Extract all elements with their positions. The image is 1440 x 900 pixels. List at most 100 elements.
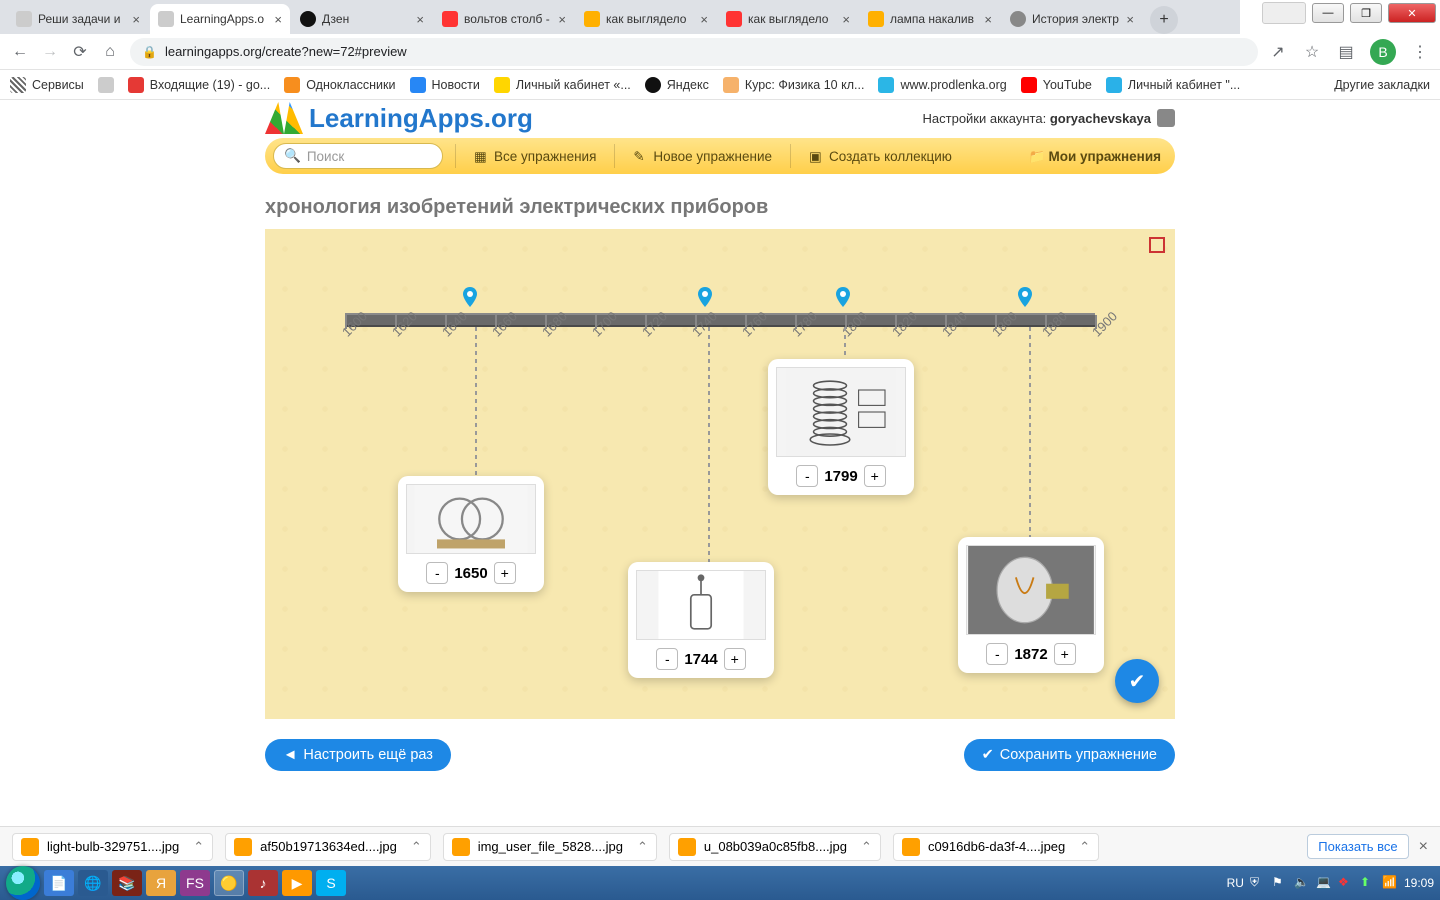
tray-icon[interactable]: ⛨	[1250, 875, 1266, 891]
system-tray[interactable]: RU ⛨ ⚑ 🔈 💻 ❖ ⬆ 📶 19:09	[1227, 875, 1434, 891]
tray-icon[interactable]: ⬆	[1360, 875, 1376, 891]
tray-icon[interactable]: 💻	[1316, 875, 1332, 891]
close-icon[interactable]: ×	[126, 12, 140, 27]
taskbar-app[interactable]: ♪	[248, 870, 278, 896]
close-shelf-button[interactable]: ×	[1419, 838, 1428, 856]
timeline-card[interactable]: -1872+	[958, 537, 1104, 673]
increment-year-button[interactable]: +	[724, 648, 746, 670]
timeline-pin[interactable]	[463, 287, 477, 307]
menu-all-exercises[interactable]: ▦Все упражнения	[468, 149, 602, 164]
search-input[interactable]: 🔍 Поиск	[273, 143, 443, 169]
minimize-button[interactable]: —	[1312, 3, 1344, 23]
browser-tab[interactable]: как выглядело×	[576, 4, 716, 34]
chevron-up-icon[interactable]: ⌃	[1073, 839, 1090, 855]
tray-clock[interactable]: 19:09	[1404, 876, 1434, 890]
url-input[interactable]: 🔒 learningapps.org/create?new=72#preview	[130, 38, 1258, 66]
chevron-up-icon[interactable]: ⌃	[405, 839, 422, 855]
other-bookmarks-button[interactable]: Другие закладки	[1328, 78, 1430, 92]
browser-tab[interactable]: вольтов столб -×	[434, 4, 574, 34]
bookmark-item[interactable]: www.prodlenka.org	[878, 77, 1006, 93]
reading-list-icon[interactable]: ▤	[1336, 42, 1356, 62]
download-item[interactable]: img_user_file_5828....jpg⌃	[443, 833, 657, 861]
menu-new-exercise[interactable]: ✎Новое упражнение	[627, 149, 778, 164]
start-button[interactable]	[6, 866, 40, 900]
browser-tab[interactable]: как выглядело×	[718, 4, 858, 34]
bookmark-item[interactable]: Входящие (19) - go...	[128, 77, 270, 93]
close-icon[interactable]: ×	[552, 12, 566, 27]
reload-button[interactable]: ⟳	[70, 42, 90, 62]
chevron-up-icon[interactable]: ⌃	[187, 839, 204, 855]
decrement-year-button[interactable]: -	[426, 562, 448, 584]
taskbar-app-chrome[interactable]: 🟡	[214, 870, 244, 896]
bookmark-item[interactable]: Личный кабинет «...	[494, 77, 631, 93]
tray-icon[interactable]: 📶	[1382, 875, 1398, 891]
forward-button[interactable]: →	[40, 42, 60, 62]
close-icon[interactable]: ×	[1120, 12, 1134, 27]
taskbar-app[interactable]: ▶	[282, 870, 312, 896]
increment-year-button[interactable]: +	[1054, 643, 1076, 665]
timeline-card[interactable]: -1744+	[628, 562, 774, 678]
close-icon[interactable]: ×	[836, 12, 850, 27]
download-item[interactable]: c0916db6-da3f-4....jpeg⌃	[893, 833, 1099, 861]
chevron-up-icon[interactable]: ⌃	[631, 839, 648, 855]
close-icon[interactable]: ×	[268, 12, 282, 27]
tray-icon[interactable]: ⚑	[1272, 875, 1288, 891]
taskbar-app[interactable]: 🌐	[78, 870, 108, 896]
close-window-button[interactable]: ✕	[1388, 3, 1436, 23]
timeline-pin[interactable]	[698, 287, 712, 307]
back-button[interactable]: ←	[10, 42, 30, 62]
save-exercise-button[interactable]: ✔Сохранить упражнение	[964, 739, 1175, 771]
browser-tab[interactable]: лампа накалив×	[860, 4, 1000, 34]
tray-lang[interactable]: RU	[1227, 876, 1244, 890]
browser-tab[interactable]: История электр×	[1002, 4, 1142, 34]
close-icon[interactable]: ×	[410, 12, 424, 27]
bookmark-item[interactable]: Курс: Физика 10 кл...	[723, 77, 865, 93]
configure-again-button[interactable]: ◄Настроить ещё раз	[265, 739, 451, 771]
increment-year-button[interactable]: +	[494, 562, 516, 584]
share-icon[interactable]: ↗	[1268, 42, 1288, 62]
bookmark-item[interactable]: YouTube	[1021, 77, 1092, 93]
bookmark-item[interactable]: Яндекс	[645, 77, 709, 93]
browser-tab[interactable]: Дзен×	[292, 4, 432, 34]
taskbar-app[interactable]: 📚	[112, 870, 142, 896]
taskbar-app[interactable]: 📄	[44, 870, 74, 896]
browser-tab[interactable]: Реши задачи и×	[8, 4, 148, 34]
timeline-card[interactable]: -1650+	[398, 476, 544, 592]
chrome-menu-icon[interactable]: ⋮	[1410, 42, 1430, 62]
menu-create-collection[interactable]: ▣Создать коллекцию	[803, 149, 958, 164]
download-item[interactable]: light-bulb-329751....jpg⌃	[12, 833, 213, 861]
bookmark-item[interactable]: Новости	[410, 77, 480, 93]
decrement-year-button[interactable]: -	[986, 643, 1008, 665]
weather-widget[interactable]	[1262, 2, 1306, 24]
increment-year-button[interactable]: +	[864, 465, 886, 487]
home-button[interactable]: ⌂	[100, 42, 120, 62]
show-all-downloads-button[interactable]: Показать все	[1307, 834, 1408, 859]
account-settings-link[interactable]: Настройки аккаунта: goryachevskaya	[923, 109, 1175, 127]
bookmark-star-icon[interactable]: ☆	[1302, 42, 1322, 62]
close-icon[interactable]: ×	[694, 12, 708, 27]
bookmark-item[interactable]	[98, 77, 114, 93]
taskbar-app[interactable]: FS	[180, 870, 210, 896]
bookmark-item[interactable]: Личный кабинет "...	[1106, 77, 1240, 93]
fullscreen-icon[interactable]	[1149, 237, 1165, 253]
decrement-year-button[interactable]: -	[656, 648, 678, 670]
timeline-pin[interactable]	[1018, 287, 1032, 307]
close-icon[interactable]: ×	[978, 12, 992, 27]
decrement-year-button[interactable]: -	[796, 465, 818, 487]
tray-icon[interactable]: ❖	[1338, 875, 1354, 891]
new-tab-button[interactable]: +	[1150, 6, 1178, 34]
bookmark-item[interactable]: Одноклассники	[284, 77, 395, 93]
profile-button[interactable]: В	[1370, 39, 1396, 65]
apps-button[interactable]: Сервисы	[10, 77, 84, 93]
maximize-button[interactable]: ❐	[1350, 3, 1382, 23]
timeline-pin[interactable]	[836, 287, 850, 307]
download-item[interactable]: af50b19713634ed....jpg⌃	[225, 833, 431, 861]
taskbar-app[interactable]: S	[316, 870, 346, 896]
site-logo[interactable]: LearningApps.org	[265, 102, 533, 134]
timeline-card[interactable]: -1799+	[768, 359, 914, 495]
tray-icon[interactable]: 🔈	[1294, 875, 1310, 891]
taskbar-app[interactable]: Я	[146, 870, 176, 896]
download-item[interactable]: u_08b039a0c85fb8....jpg⌃	[669, 833, 881, 861]
chevron-up-icon[interactable]: ⌃	[855, 839, 872, 855]
browser-tab[interactable]: LearningApps.o×	[150, 4, 290, 34]
